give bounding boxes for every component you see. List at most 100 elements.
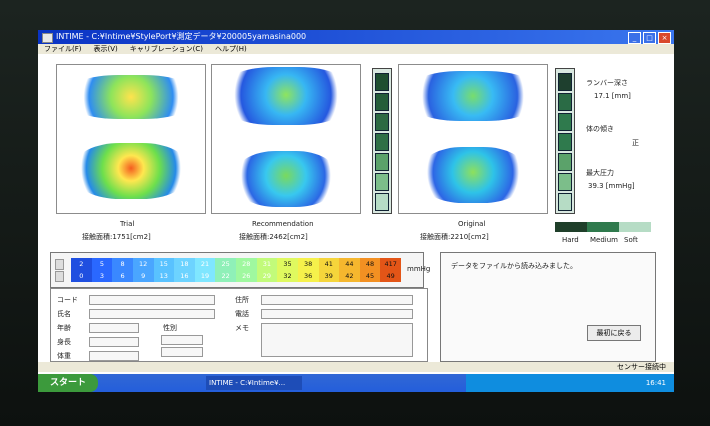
legend-top-6: 21 [194, 258, 216, 270]
tilt-label: 体の傾き [586, 125, 614, 133]
recommendation-back-pressure [220, 67, 352, 125]
legend-scroll-up[interactable] [55, 259, 64, 270]
name-field[interactable] [89, 309, 215, 319]
legend-unit: mmHg [407, 265, 431, 273]
legend-top-4: 15 [153, 258, 175, 270]
max-pressure-label: 最大圧力 [586, 169, 614, 177]
weight-field[interactable] [89, 351, 139, 361]
sex-option-2[interactable] [161, 347, 203, 357]
soft-swatch [619, 222, 651, 232]
address-field[interactable] [261, 295, 413, 305]
legend-bottom-0: 0 [71, 270, 92, 282]
legend-bottom-4: 13 [153, 270, 175, 282]
original-contact-area: 接触面積:2210[cm2] [420, 233, 489, 241]
phone-label: 電話 [235, 310, 249, 318]
status-bar: センサー接続中 [38, 362, 674, 372]
legend-top-7: 25 [215, 258, 236, 270]
name-label: 氏名 [57, 310, 71, 318]
menu-help[interactable]: ヘルプ(H) [215, 44, 247, 54]
trial-caption: Trial [120, 220, 135, 228]
legend-bottom-7: 22 [215, 270, 236, 282]
trial-pressure-map [56, 64, 206, 214]
window-title: INTIME - C:¥Intime¥StylePort¥測定データ¥20000… [56, 32, 307, 41]
recommendation-pressure-map [211, 64, 361, 214]
menu-calibration[interactable]: キャリブレーション(C) [130, 44, 203, 54]
pressure-legend: 2 5 8 12 15 18 21 25 28 31 35 38 41 44 48 417 0 3 6 9 13 16 1… [50, 252, 430, 288]
maximize-button[interactable]: □ [643, 32, 656, 44]
legend-top-0: 2 [71, 258, 92, 270]
close-button[interactable]: × [658, 32, 671, 44]
original-pressure-map [398, 64, 548, 214]
minimize-button[interactable]: _ [628, 32, 641, 44]
start-button[interactable]: スタート [38, 374, 98, 392]
tilt-value: 正 [632, 139, 639, 147]
legend-top-11: 38 [297, 258, 319, 270]
code-field[interactable] [89, 295, 215, 305]
firmness-legend [555, 222, 651, 232]
original-back-pressure [407, 71, 539, 121]
legend-bottom-10: 32 [277, 270, 298, 282]
medium-label: Medium [590, 236, 618, 244]
legend-top-2: 8 [112, 258, 133, 270]
legend-top-14: 48 [359, 258, 381, 270]
weight-label: 体重 [57, 352, 71, 360]
legend-bottom-14: 45 [359, 270, 381, 282]
max-pressure-value: 39.3 [mmHg] [588, 182, 635, 190]
legend-top-15: 417 [380, 258, 401, 270]
taskbar-app-button[interactable]: INTIME - C:¥Intime¥... [206, 376, 302, 390]
title-bar: INTIME - C:¥Intime¥StylePort¥測定データ¥20000… [38, 30, 674, 44]
age-label: 年齢 [57, 324, 71, 332]
legend-bottom-12: 39 [318, 270, 340, 282]
legend-top-12: 41 [318, 258, 340, 270]
legend-bottom-6: 19 [194, 270, 216, 282]
legend-scroll-down[interactable] [55, 271, 64, 282]
height-label: 身長 [57, 338, 71, 346]
sex-label: 性別 [163, 324, 177, 332]
screen: INTIME - C:¥Intime¥StylePort¥測定データ¥20000… [38, 30, 674, 392]
app-icon [42, 33, 53, 43]
original-seat-pressure [421, 147, 525, 203]
memo-label: メモ [235, 324, 249, 332]
menu-view[interactable]: 表示(V) [94, 44, 118, 54]
legend-bottom-3: 9 [132, 270, 154, 282]
message-panel: データをファイルから読み込みました。 最初に戻る [440, 252, 656, 362]
address-label: 住所 [235, 296, 249, 304]
phone-field[interactable] [261, 309, 413, 319]
recommendation-seat-pressure [236, 151, 336, 207]
trial-seat-pressure [75, 143, 187, 199]
soft-label: Soft [624, 236, 638, 244]
height-field[interactable] [89, 337, 139, 347]
taskbar: スタート INTIME - C:¥Intime¥... 16:41 [38, 374, 674, 392]
status-message: データをファイルから読み込みました。 [451, 262, 577, 270]
lumbar-value: 17.1 [mm] [594, 92, 631, 100]
menu-file[interactable]: ファイル(F) [44, 44, 82, 54]
trial-back-pressure [67, 75, 195, 119]
code-label: コード [57, 296, 78, 304]
legend-bottom-5: 16 [174, 270, 195, 282]
back-button[interactable]: 最初に戻る [587, 325, 641, 341]
age-field[interactable] [89, 323, 139, 333]
patient-form: コード 氏名 年齢 身長 体重 性別 住所 電話 メモ [50, 288, 428, 362]
original-firmness-bar [555, 68, 575, 214]
medium-swatch [587, 222, 619, 232]
legend-top-8: 28 [236, 258, 257, 270]
legend-top-1: 5 [91, 258, 113, 270]
original-caption: Original [458, 220, 486, 228]
legend-top-3: 12 [132, 258, 154, 270]
legend-bottom-1: 3 [91, 270, 113, 282]
memo-field[interactable] [261, 323, 413, 357]
monitor: INTIME - C:¥Intime¥StylePort¥測定データ¥20000… [0, 0, 710, 426]
legend-top-13: 44 [339, 258, 360, 270]
sex-option-1[interactable] [161, 335, 203, 345]
recommendation-contact-area: 接触面積:2462[cm2] [239, 233, 308, 241]
pressure-color-scale: 2 5 8 12 15 18 21 25 28 31 35 38 41 44 48 417 0 3 6 9 13 16 1… [71, 258, 401, 282]
legend-bottom-11: 36 [297, 270, 319, 282]
system-tray: 16:41 [466, 374, 674, 392]
recommendation-caption: Recommendation [252, 220, 314, 228]
legend-top-10: 35 [277, 258, 298, 270]
lumbar-label: ランバー深さ [586, 79, 628, 87]
legend-top-5: 18 [174, 258, 195, 270]
legend-bottom-15: 49 [380, 270, 401, 282]
legend-top-9: 31 [256, 258, 278, 270]
legend-bottom-8: 26 [236, 270, 257, 282]
